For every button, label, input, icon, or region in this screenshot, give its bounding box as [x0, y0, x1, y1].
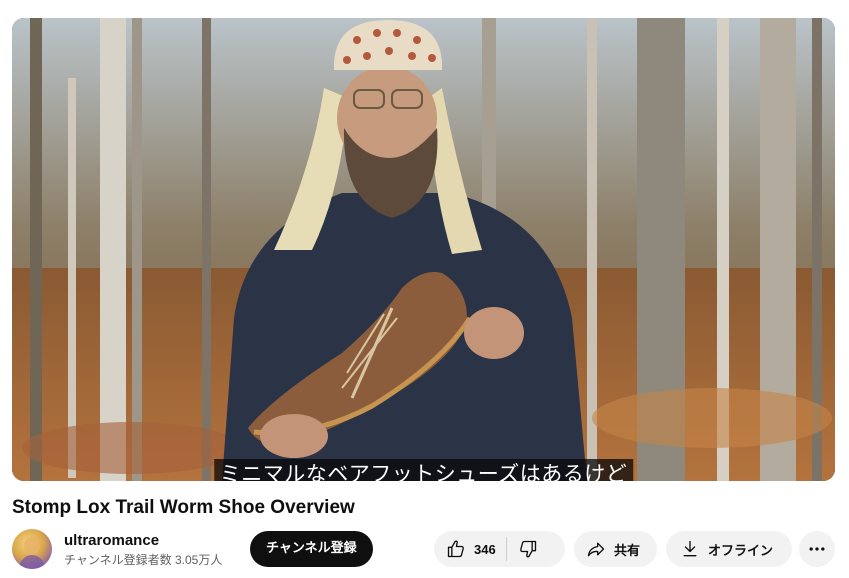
like-dislike-group: 346 — [434, 531, 565, 567]
channel-avatar[interactable] — [12, 529, 52, 569]
offline-label: オフライン — [708, 543, 774, 559]
share-arrow-icon — [587, 542, 605, 557]
channel-row: ultraromance チャンネル登録者数 3.05万人 チャンネル登録 34… — [12, 529, 836, 569]
like-button[interactable]: 346 — [434, 531, 506, 567]
more-actions-button[interactable] — [799, 531, 835, 567]
share-label: 共有 — [614, 543, 641, 559]
avatar-image — [18, 537, 46, 569]
subscriber-count: チャンネル登録者数 3.05万人 — [64, 553, 223, 567]
offline-button[interactable]: オフライン — [666, 531, 792, 567]
video-caption: ミニマルなベアフットシューズはあるけど — [213, 459, 634, 481]
more-horizontal-icon — [809, 547, 825, 551]
download-icon — [683, 540, 697, 557]
video-title: Stomp Lox Trail Worm Shoe Overview — [12, 497, 355, 518]
video-player[interactable]: ミニマルなベアフットシューズはあるけど — [12, 18, 835, 481]
subscribe-button[interactable]: チャンネル登録 — [250, 531, 373, 567]
dislike-button[interactable] — [507, 531, 549, 567]
like-count: 346 — [474, 541, 496, 557]
video-frame — [12, 18, 835, 481]
thumbs-up-icon — [447, 540, 464, 558]
thumbs-down-icon — [519, 540, 536, 558]
channel-name[interactable]: ultraromance — [64, 531, 222, 551]
share-button[interactable]: 共有 — [574, 531, 657, 567]
channel-meta: ultraromance チャンネル登録者数 3.05万人 — [64, 531, 222, 569]
